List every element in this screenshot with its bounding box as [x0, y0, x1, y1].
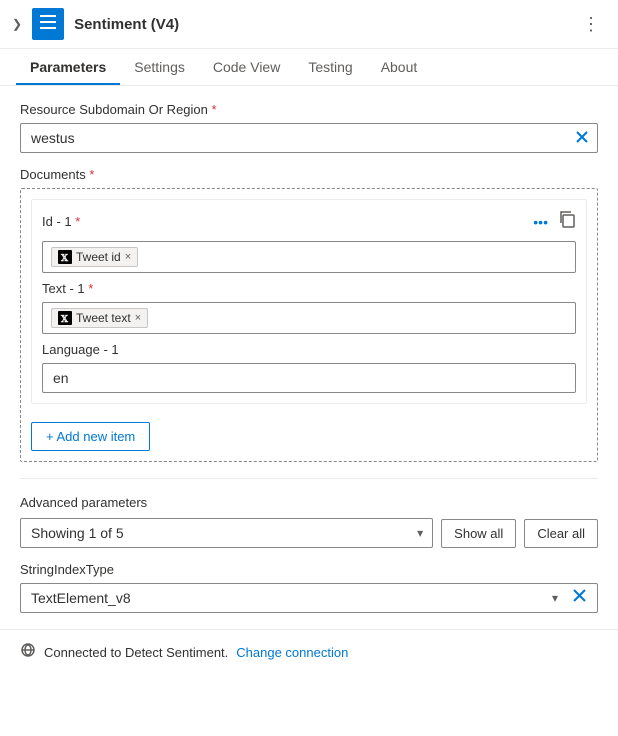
advanced-parameters-label: Advanced parameters [20, 495, 598, 510]
connection-status-text: Connected to Detect Sentiment. [44, 645, 228, 660]
string-index-label: StringIndexType [20, 562, 598, 577]
tab-codeview[interactable]: Code View [199, 49, 294, 85]
text-tag-input[interactable]: 𝕏 Tweet text × [42, 302, 576, 334]
doc-more-button[interactable]: ••• [529, 212, 552, 232]
string-index-wrapper: TextElement_v8 ▾ [20, 583, 598, 613]
string-index-select[interactable]: TextElement_v8 [20, 583, 598, 613]
tweet-text-tag: 𝕏 Tweet text × [51, 308, 148, 328]
documents-required-star: * [89, 167, 94, 182]
page-title: Sentiment (V4) [74, 16, 566, 33]
tweet-id-tag: 𝕏 Tweet id × [51, 247, 138, 267]
more-options-icon[interactable]: ⋮ [576, 10, 606, 39]
tab-bar: Parameters Settings Code View Testing Ab… [0, 49, 618, 86]
divider [20, 478, 598, 479]
doc-actions: ••• [529, 210, 576, 233]
tag-icon: 𝕏 [58, 250, 72, 264]
header: ❯ Sentiment (V4) ⋮ [0, 0, 618, 49]
resource-clear-button[interactable] [574, 128, 590, 148]
language-input[interactable] [42, 363, 576, 393]
show-all-button[interactable]: Show all [441, 519, 516, 548]
resource-input-wrapper [20, 123, 598, 153]
tab-about[interactable]: About [367, 49, 432, 85]
text-sub-label: Text - 1 * [42, 281, 576, 296]
document-item-1: Id - 1 * ••• 𝕏 Tweet i [31, 199, 587, 404]
add-new-item-button[interactable]: + Add new item [31, 422, 150, 451]
tab-parameters[interactable]: Parameters [16, 49, 120, 85]
documents-container: Id - 1 * ••• 𝕏 Tweet i [20, 188, 598, 462]
tweet-id-tag-remove[interactable]: × [125, 252, 131, 263]
content-area: Resource Subdomain Or Region * Documents… [0, 86, 618, 629]
tweet-id-tag-label: Tweet id [76, 250, 121, 264]
connection-icon [20, 642, 36, 663]
clear-all-button[interactable]: Clear all [524, 519, 598, 548]
tweet-text-tag-label: Tweet text [76, 311, 131, 325]
change-connection-link[interactable]: Change connection [236, 645, 348, 660]
required-star: * [212, 102, 217, 117]
resource-label: Resource Subdomain Or Region * [20, 102, 598, 117]
advanced-row: Showing 1 of 5 ▾ Show all Clear all [20, 518, 598, 548]
back-chevron-icon[interactable]: ❯ [12, 17, 22, 31]
language-sub-label: Language - 1 [42, 342, 576, 357]
svg-text:𝕏: 𝕏 [60, 314, 69, 323]
tweet-text-tag-icon: 𝕏 [58, 311, 72, 325]
advanced-select[interactable]: Showing 1 of 5 [20, 518, 433, 548]
doc-header: Id - 1 * ••• [42, 210, 576, 233]
svg-text:𝕏: 𝕏 [60, 253, 69, 262]
doc-copy-button[interactable] [558, 210, 576, 233]
resource-input[interactable] [20, 123, 598, 153]
menu-icon [40, 15, 56, 34]
documents-label: Documents * [20, 167, 598, 182]
tweet-text-tag-remove[interactable]: × [135, 313, 141, 324]
tab-testing[interactable]: Testing [294, 49, 366, 85]
menu-icon-button[interactable] [32, 8, 64, 40]
tab-settings[interactable]: Settings [120, 49, 199, 85]
string-index-clear-button[interactable] [565, 585, 594, 611]
advanced-select-wrapper: Showing 1 of 5 ▾ [20, 518, 433, 548]
id-tag-input[interactable]: 𝕏 Tweet id × [42, 241, 576, 273]
doc-id-label: Id - 1 * [42, 214, 80, 229]
footer: Connected to Detect Sentiment. Change co… [0, 629, 618, 675]
